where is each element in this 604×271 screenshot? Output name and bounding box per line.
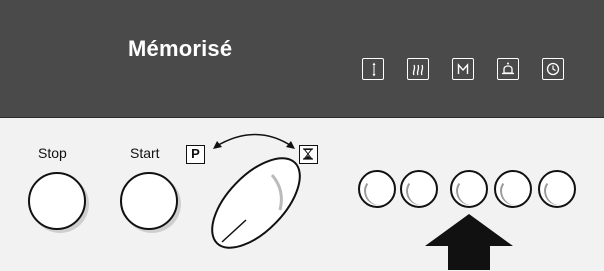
- appliance-control-panel: Mémorisé Stop Start P: [0, 0, 604, 271]
- pointer-arrow-icon: [425, 214, 513, 270]
